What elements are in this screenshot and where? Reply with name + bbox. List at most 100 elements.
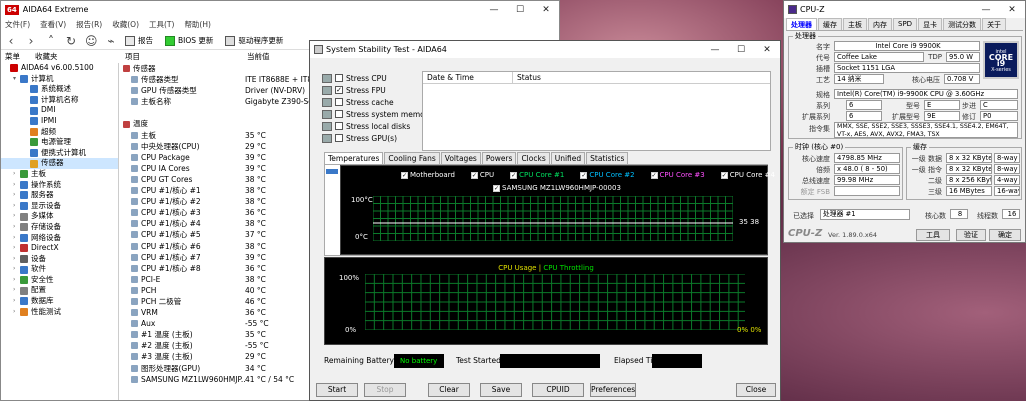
- stress-option[interactable]: Stress local disks: [322, 120, 410, 132]
- expand-arrow-icon[interactable]: ›: [13, 190, 20, 201]
- cpuz-tab[interactable]: 关于: [982, 18, 1007, 30]
- tree-item[interactable]: › 存储设备: [1, 222, 118, 233]
- sst-close-button[interactable]: ✕: [754, 41, 780, 58]
- menu-item[interactable]: 报告(R): [76, 19, 102, 30]
- stress-option[interactable]: Stress CPU: [322, 72, 387, 84]
- stress-checkbox[interactable]: ✓: [335, 86, 343, 94]
- cpuz-tab[interactable]: 测试分数: [943, 18, 982, 30]
- cpuz-close-button[interactable]: ✕: [999, 1, 1025, 18]
- ok-button[interactable]: 确定: [989, 229, 1021, 241]
- menu-item[interactable]: 收藏(O): [112, 19, 139, 30]
- graph-tab[interactable]: Temperatures: [324, 152, 384, 164]
- tree-item[interactable]: › 性能测试: [1, 307, 118, 318]
- expand-arrow-icon[interactable]: ›: [13, 254, 20, 265]
- legend-checkbox[interactable]: ✓: [470, 171, 478, 179]
- stress-checkbox[interactable]: [335, 110, 343, 118]
- expand-arrow-icon[interactable]: ›: [13, 307, 20, 318]
- stop-button[interactable]: Stop: [364, 383, 406, 397]
- expand-arrow-icon[interactable]: ›: [13, 233, 20, 244]
- tree-item[interactable]: IPMI: [1, 116, 118, 127]
- report-button[interactable]: 报告: [125, 35, 153, 46]
- cpuz-tab[interactable]: 缓存: [818, 18, 842, 30]
- tree-item[interactable]: › 软件: [1, 264, 118, 275]
- cpuz-tab[interactable]: 处理器: [786, 18, 817, 30]
- maximize-button[interactable]: ☐: [507, 1, 533, 18]
- tree-item[interactable]: › 配置: [1, 285, 118, 296]
- expand-arrow-icon[interactable]: ›: [13, 222, 20, 233]
- cpuid-button[interactable]: CPUID: [532, 383, 584, 397]
- legend-checkbox[interactable]: ✓: [720, 171, 728, 179]
- tree-item[interactable]: › 操作系统: [1, 180, 118, 191]
- legend-checkbox[interactable]: ✓: [650, 171, 658, 179]
- user-icon[interactable]: ☺: [85, 34, 98, 48]
- expand-arrow-icon[interactable]: ›: [13, 285, 20, 296]
- expand-arrow-icon[interactable]: ›: [13, 296, 20, 307]
- tree-item[interactable]: › 设备: [1, 254, 118, 265]
- expand-arrow-icon[interactable]: ›: [13, 211, 20, 222]
- graph-tab[interactable]: Unified: [550, 152, 586, 164]
- driver-update-button[interactable]: 驱动程序更新: [225, 35, 283, 46]
- log-col-datetime[interactable]: Date & Time: [423, 72, 513, 83]
- tree-item[interactable]: › 主板: [1, 169, 118, 180]
- tree-item[interactable]: ▾ 计算机: [1, 74, 118, 85]
- sst-close-button-bottom[interactable]: Close: [736, 383, 776, 397]
- tree-item[interactable]: › 服务器: [1, 190, 118, 201]
- stress-option[interactable]: Stress system memory: [322, 108, 432, 120]
- graph-tab[interactable]: Voltages: [440, 152, 481, 164]
- legend-entry[interactable]: ✓ CPU Core #3: [650, 171, 713, 179]
- forward-icon[interactable]: ›: [25, 34, 37, 48]
- close-button[interactable]: ✕: [533, 1, 559, 18]
- tree-item[interactable]: › 安全性: [1, 275, 118, 286]
- tree-item[interactable]: 系统概述: [1, 84, 118, 95]
- minimize-button[interactable]: —: [481, 1, 507, 18]
- preferences-button[interactable]: Preferences: [590, 383, 636, 397]
- menu-item[interactable]: 文件(F): [5, 19, 30, 30]
- legend-entry[interactable]: ✓ CPU: [470, 171, 502, 179]
- processor-select[interactable]: 处理器 #1: [820, 209, 910, 220]
- cpuz-tab[interactable]: 主板: [843, 18, 867, 30]
- tab-favorites[interactable]: 收藏夹: [35, 51, 58, 62]
- legend-checkbox[interactable]: ✓: [510, 171, 518, 179]
- tree-item[interactable]: › DirectX: [1, 243, 118, 254]
- tree-item[interactable]: › 网络设备: [1, 233, 118, 244]
- tree-item[interactable]: DMI: [1, 105, 118, 116]
- expand-arrow-icon[interactable]: ›: [13, 169, 20, 180]
- graph-tab[interactable]: Powers: [481, 152, 517, 164]
- log-col-status[interactable]: Status: [513, 72, 770, 83]
- clear-button[interactable]: Clear: [428, 383, 470, 397]
- legend-entry[interactable]: ✓ CPU Core #2: [580, 171, 642, 179]
- stress-option[interactable]: ✓ Stress FPU: [322, 84, 386, 96]
- start-button[interactable]: Start: [316, 383, 358, 397]
- cpuz-tab[interactable]: 内存: [868, 18, 892, 30]
- back-icon[interactable]: ‹: [5, 34, 17, 48]
- tree-item[interactable]: 计算机名称: [1, 95, 118, 106]
- stress-option[interactable]: Stress GPU(s): [322, 132, 397, 144]
- tree-item[interactable]: › 显示设备: [1, 201, 118, 212]
- cpuz-tab[interactable]: SPD: [893, 18, 918, 30]
- tree-item[interactable]: 传感器: [1, 158, 118, 169]
- up-icon[interactable]: ˄: [45, 34, 57, 48]
- tree-item[interactable]: 电源管理: [1, 137, 118, 148]
- tree-item[interactable]: 便携式计算机: [1, 148, 118, 159]
- save-button[interactable]: Save: [480, 383, 522, 397]
- bios-update-button[interactable]: BIOS 更新: [165, 35, 213, 46]
- cpuz-minimize-button[interactable]: —: [973, 1, 999, 18]
- legend-entry[interactable]: ✓ CPU Core #4: [720, 171, 780, 179]
- legend-checkbox[interactable]: ✓: [580, 171, 588, 179]
- graph-tab[interactable]: Statistics: [586, 152, 629, 164]
- expand-arrow-icon[interactable]: ›: [13, 275, 20, 286]
- legend-checkbox[interactable]: ✓: [401, 171, 408, 179]
- stress-checkbox[interactable]: [335, 122, 343, 130]
- validate-button[interactable]: 验证: [956, 229, 986, 241]
- stress-option[interactable]: Stress cache: [322, 96, 394, 108]
- tree-item[interactable]: › 数据库: [1, 296, 118, 307]
- graph-tab[interactable]: Clocks: [517, 152, 550, 164]
- column-header-value[interactable]: 当前值: [247, 51, 270, 62]
- menu-item[interactable]: 帮助(H): [184, 19, 211, 30]
- expand-arrow-icon[interactable]: ›: [13, 180, 20, 191]
- cpuz-tab[interactable]: 显卡: [918, 18, 943, 30]
- legend-entry[interactable]: ✓ CPU Core #1: [510, 171, 572, 179]
- stress-checkbox[interactable]: [335, 98, 343, 106]
- expand-arrow-icon[interactable]: ›: [13, 264, 20, 275]
- refresh-icon[interactable]: ↻: [65, 34, 77, 48]
